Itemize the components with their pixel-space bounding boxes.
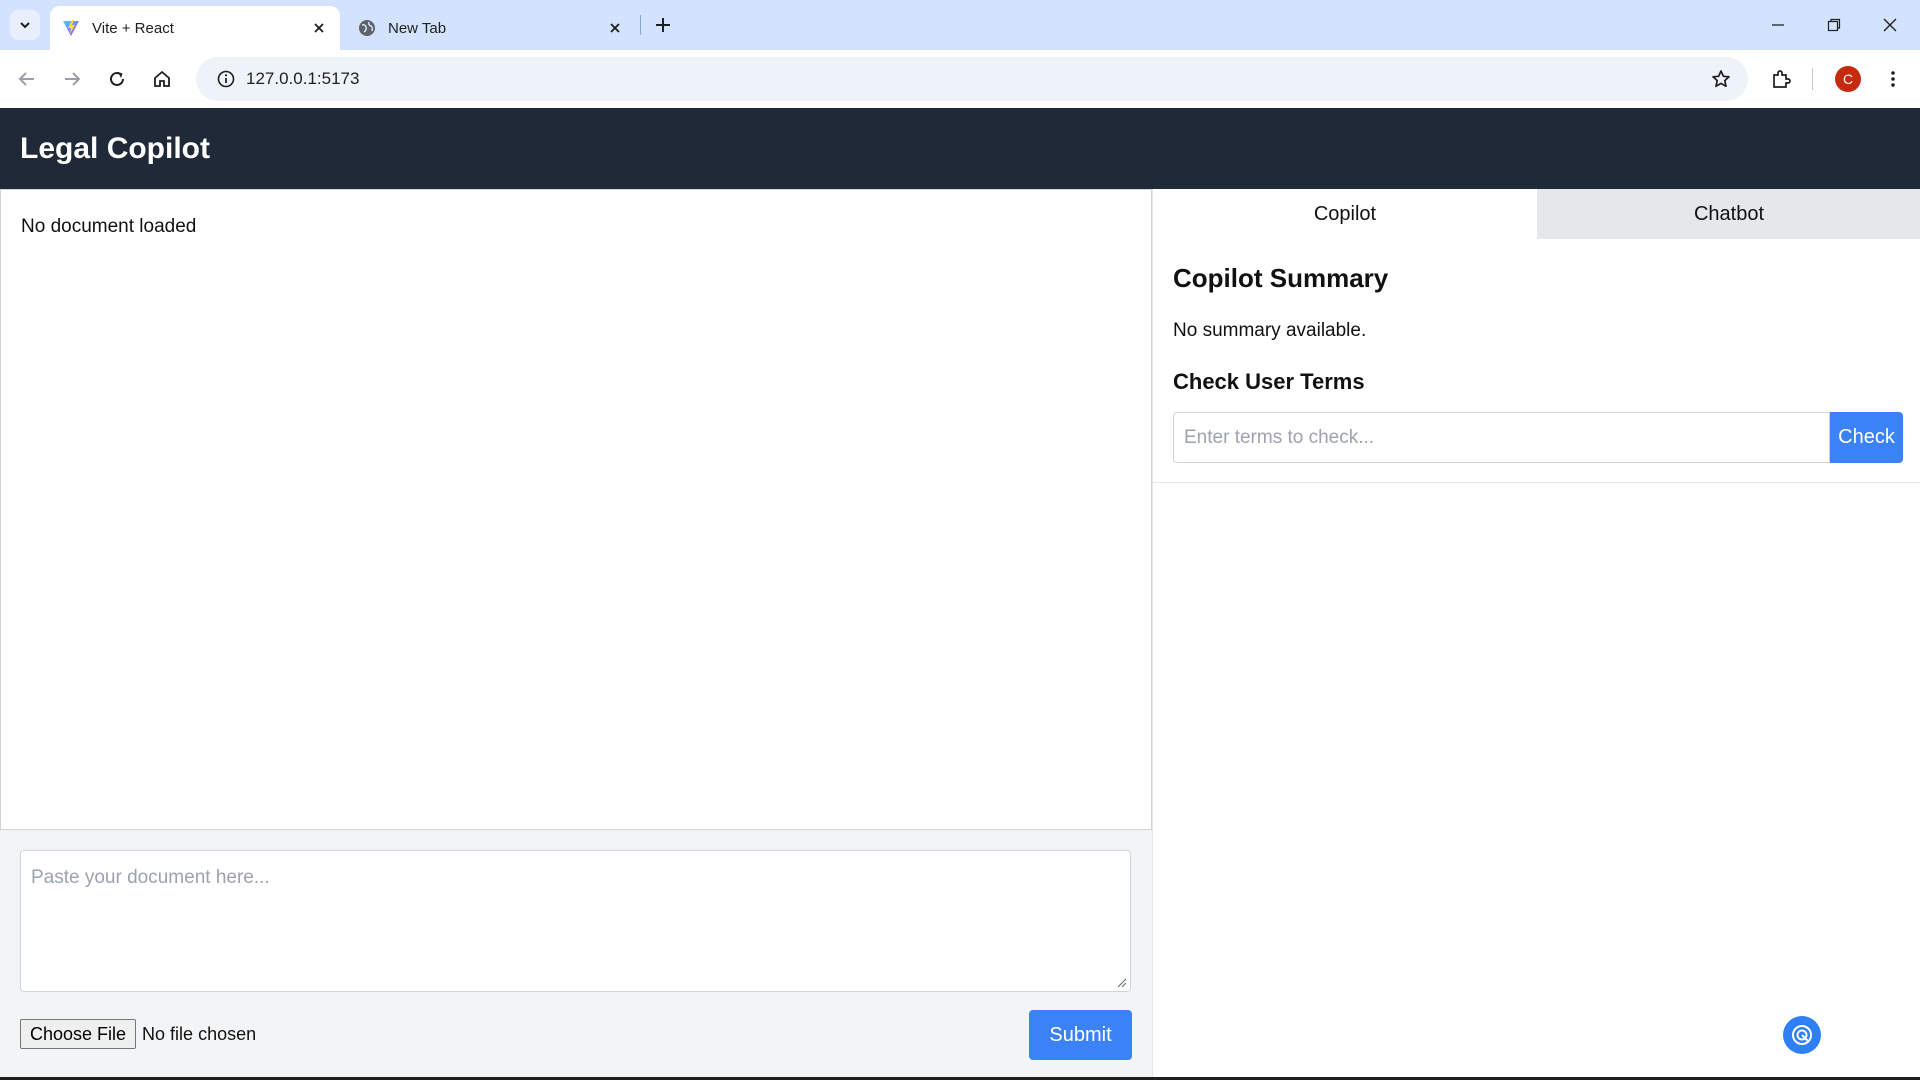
- check-button[interactable]: Check: [1830, 412, 1903, 463]
- document-viewer: No document loaded: [0, 189, 1152, 830]
- minimize-button[interactable]: [1750, 0, 1806, 50]
- more-vertical-icon: [1891, 71, 1895, 87]
- extensions-button[interactable]: [1764, 62, 1798, 96]
- plus-icon: [656, 18, 670, 32]
- tab-separator: [640, 15, 641, 35]
- check-terms-heading: Check User Terms: [1173, 369, 1365, 394]
- choose-file-button[interactable]: Choose File: [20, 1019, 137, 1049]
- reload-button[interactable]: [100, 62, 134, 96]
- check-terms-row: Enter terms to check... Check: [1173, 412, 1903, 463]
- forward-button[interactable]: [55, 62, 89, 96]
- browser-tab-active[interactable]: Vite + React: [50, 6, 340, 50]
- arrow-left-icon: [18, 72, 34, 86]
- globe-icon: [358, 19, 376, 37]
- summary-text: No summary available.: [1173, 320, 1367, 341]
- window-close-button[interactable]: [1862, 0, 1918, 50]
- browser-toolbar: 127.0.0.1:5173 C: [0, 50, 1920, 108]
- tab-chatbot[interactable]: Chatbot: [1537, 189, 1920, 239]
- document-pane: No document loaded Paste your document h…: [0, 189, 1152, 1080]
- bookmark-star-icon[interactable]: [1704, 62, 1738, 96]
- document-textarea[interactable]: Paste your document here...: [20, 850, 1131, 992]
- copilot-pane: Copilot Chatbot Copilot Summary No summa…: [1152, 189, 1920, 1080]
- file-upload-row: Choose File No file chosen: [20, 1019, 256, 1049]
- menu-button[interactable]: [1876, 62, 1910, 96]
- assistant-fab-button[interactable]: [1783, 1016, 1821, 1054]
- home-icon: [154, 70, 170, 87]
- close-icon[interactable]: [606, 19, 624, 37]
- address-bar[interactable]: 127.0.0.1:5173: [196, 57, 1748, 101]
- site-info-icon[interactable]: [206, 70, 246, 88]
- document-placeholder: Paste your document here...: [31, 867, 270, 888]
- restore-button[interactable]: [1806, 0, 1862, 50]
- url-text: 127.0.0.1:5173: [246, 69, 360, 88]
- profile-avatar[interactable]: C: [1835, 66, 1861, 92]
- tab-search-button[interactable]: [10, 10, 40, 40]
- assistant-icon: [1792, 1025, 1812, 1045]
- arrow-right-icon: [65, 72, 81, 86]
- new-tab-button[interactable]: [648, 10, 678, 40]
- file-status: No file chosen: [142, 1023, 257, 1044]
- toolbar-separator: [1812, 68, 1813, 90]
- app-header: Legal Copilot: [0, 108, 1920, 189]
- submit-button[interactable]: Submit: [1029, 1010, 1132, 1060]
- resize-grip-icon[interactable]: [1117, 978, 1127, 988]
- summary-heading: Copilot Summary: [1173, 263, 1389, 293]
- tab-title: Vite + React: [92, 19, 174, 37]
- chevron-down-icon: [20, 22, 30, 29]
- minimize-icon: [1772, 24, 1784, 26]
- terms-placeholder: Enter terms to check...: [1184, 426, 1375, 448]
- tab-copilot[interactable]: Copilot: [1153, 189, 1537, 239]
- home-button[interactable]: [145, 62, 179, 96]
- browser-tabstrip: Vite + React New Tab: [0, 0, 1920, 50]
- restore-icon: [1827, 18, 1841, 32]
- back-button[interactable]: [10, 62, 44, 96]
- vite-icon: [62, 19, 80, 37]
- close-icon: [1883, 18, 1897, 32]
- close-icon[interactable]: [310, 19, 328, 37]
- copilot-panel: Copilot Summary No summary available. Ch…: [1153, 239, 1920, 483]
- app-title: Legal Copilot: [20, 131, 210, 165]
- puzzle-icon: [1773, 70, 1791, 88]
- tab-title: New Tab: [388, 19, 447, 37]
- pane-tabs: Copilot Chatbot: [1153, 189, 1920, 239]
- terms-input[interactable]: Enter terms to check...: [1173, 412, 1830, 463]
- document-status: No document loaded: [21, 216, 197, 237]
- browser-tab-inactive[interactable]: New Tab: [346, 6, 636, 50]
- reload-icon: [110, 71, 124, 86]
